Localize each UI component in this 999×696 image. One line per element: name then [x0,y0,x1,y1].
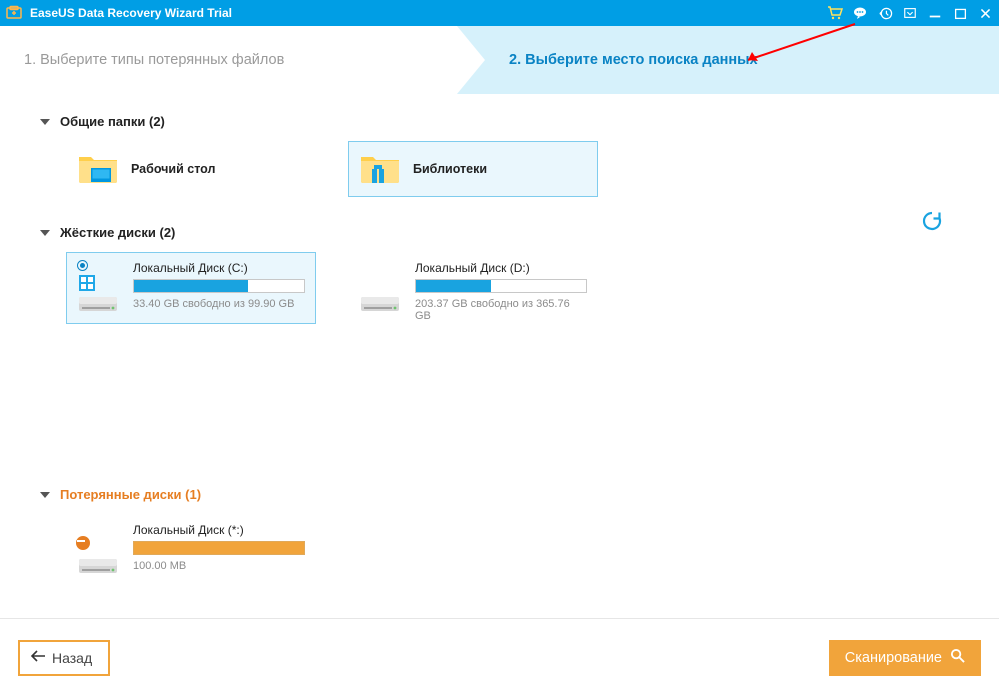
disk-c-body: Локальный Диск (C:) 33.40 GB свободно из… [133,261,305,315]
disk-d-usage-fill [416,280,491,292]
disk-d-name: Локальный Диск (D:) [415,261,587,275]
step-1-tab[interactable]: 1. Выберите типы потерянных файлов [0,26,485,94]
section-common-folders-title: Общие папки (2) [60,114,165,129]
back-button[interactable]: Назад [18,640,110,676]
folder-libraries-label: Библиотеки [413,162,487,176]
arrow-left-icon [30,649,46,666]
libraries-folder-icon [359,151,401,187]
section-hard-disks-title: Жёсткие диски (2) [60,225,175,240]
chat-icon[interactable] [852,5,868,21]
app-title: EaseUS Data Recovery Wizard Trial [30,6,232,20]
disk-d-free: 203.37 GB свободно из 365.76 GB [415,298,587,322]
wizard-steps: 1. Выберите типы потерянных файлов 2. Вы… [0,26,999,94]
disk-lost-body: Локальный Диск (*:) 100.00 MB [133,523,305,577]
section-lost-disks-title: Потерянные диски (1) [60,487,201,502]
folder-desktop-label: Рабочий стол [131,162,215,176]
main-content: Общие папки (2) Рабочий стол Библиотеки … [0,94,999,618]
scan-button-label: Сканирование [845,650,942,666]
section-common-folders-header[interactable]: Общие папки (2) [40,114,959,129]
drive-icon [77,275,119,315]
scan-button[interactable]: Сканирование [829,640,981,676]
desktop-folder-icon [77,151,119,187]
drive-icon [77,537,119,577]
hard-disks-row: Локальный Диск (C:) 33.40 GB свободно из… [66,252,959,331]
drive-icon [359,275,401,315]
disk-lost-name: Локальный Диск (*:) [133,523,305,537]
disk-c-free: 33.40 GB свободно из 99.90 GB [133,298,305,310]
collapse-icon [40,119,50,125]
disk-lost-usage-fill [134,542,304,554]
common-folders-row: Рабочий стол Библиотеки [66,141,959,197]
disk-lost-usage-bar [133,541,305,555]
app-logo-icon [6,5,22,21]
cart-icon[interactable] [827,5,843,21]
section-hard-disks-header[interactable]: Жёсткие диски (2) [40,225,959,240]
titlebar: EaseUS Data Recovery Wizard Trial [0,0,999,26]
dropdown-menu-icon[interactable] [902,5,918,21]
disk-c-name: Локальный Диск (C:) [133,261,305,275]
folder-libraries[interactable]: Библиотеки [348,141,598,197]
step-2-label: 2. Выберите место поиска данных [509,52,758,68]
disk-lost-free: 100.00 MB [133,560,305,572]
titlebar-buttons [827,5,993,21]
disk-d-body: Локальный Диск (D:) 203.37 GB свободно и… [415,261,587,322]
close-button[interactable] [977,5,993,21]
step-1-label: 1. Выберите типы потерянных файлов [24,52,284,68]
footer: Назад Сканирование [0,618,999,696]
lost-disks-row: Локальный Диск (*:) 100.00 MB [66,514,959,586]
disk-d[interactable]: Локальный Диск (D:) 203.37 GB свободно и… [348,252,598,331]
minimize-button[interactable] [927,5,943,21]
collapse-icon [40,230,50,236]
search-icon [950,648,965,667]
disk-c-usage-bar [133,279,305,293]
refresh-button[interactable] [921,210,943,232]
folder-desktop[interactable]: Рабочий стол [66,141,316,197]
back-button-label: Назад [52,650,92,666]
collapse-icon [40,492,50,498]
history-icon[interactable] [877,5,893,21]
section-lost-disks-header[interactable]: Потерянные диски (1) [40,487,959,502]
disk-d-usage-bar [415,279,587,293]
disk-c[interactable]: Локальный Диск (C:) 33.40 GB свободно из… [66,252,316,324]
disk-c-usage-fill [134,280,248,292]
disk-lost[interactable]: Локальный Диск (*:) 100.00 MB [66,514,316,586]
maximize-button[interactable] [952,5,968,21]
step-2-tab[interactable]: 2. Выберите место поиска данных [485,26,999,94]
disk-c-radio[interactable] [77,260,88,271]
